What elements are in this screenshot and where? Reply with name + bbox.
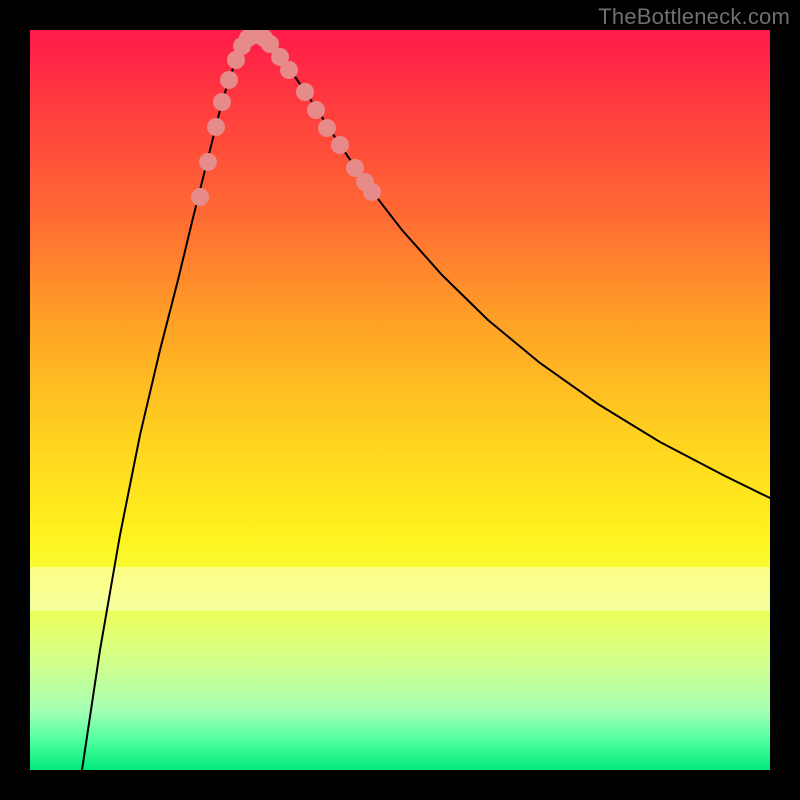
- marker-left: [220, 71, 238, 89]
- curve-layer: [30, 30, 770, 770]
- marker-right: [318, 119, 336, 137]
- marker-right: [296, 83, 314, 101]
- marker-left: [199, 153, 217, 171]
- watermark-label: TheBottleneck.com: [598, 4, 790, 30]
- chart-frame: TheBottleneck.com: [0, 0, 800, 800]
- marker-left: [207, 118, 225, 136]
- marker-right: [307, 101, 325, 119]
- marker-right: [280, 61, 298, 79]
- marker-right: [331, 136, 349, 154]
- curve-right-branch: [266, 40, 770, 498]
- curve-left-branch: [82, 40, 246, 770]
- plot-area: [30, 30, 770, 770]
- marker-right: [363, 183, 381, 201]
- marker-left: [191, 188, 209, 206]
- marker-left: [213, 93, 231, 111]
